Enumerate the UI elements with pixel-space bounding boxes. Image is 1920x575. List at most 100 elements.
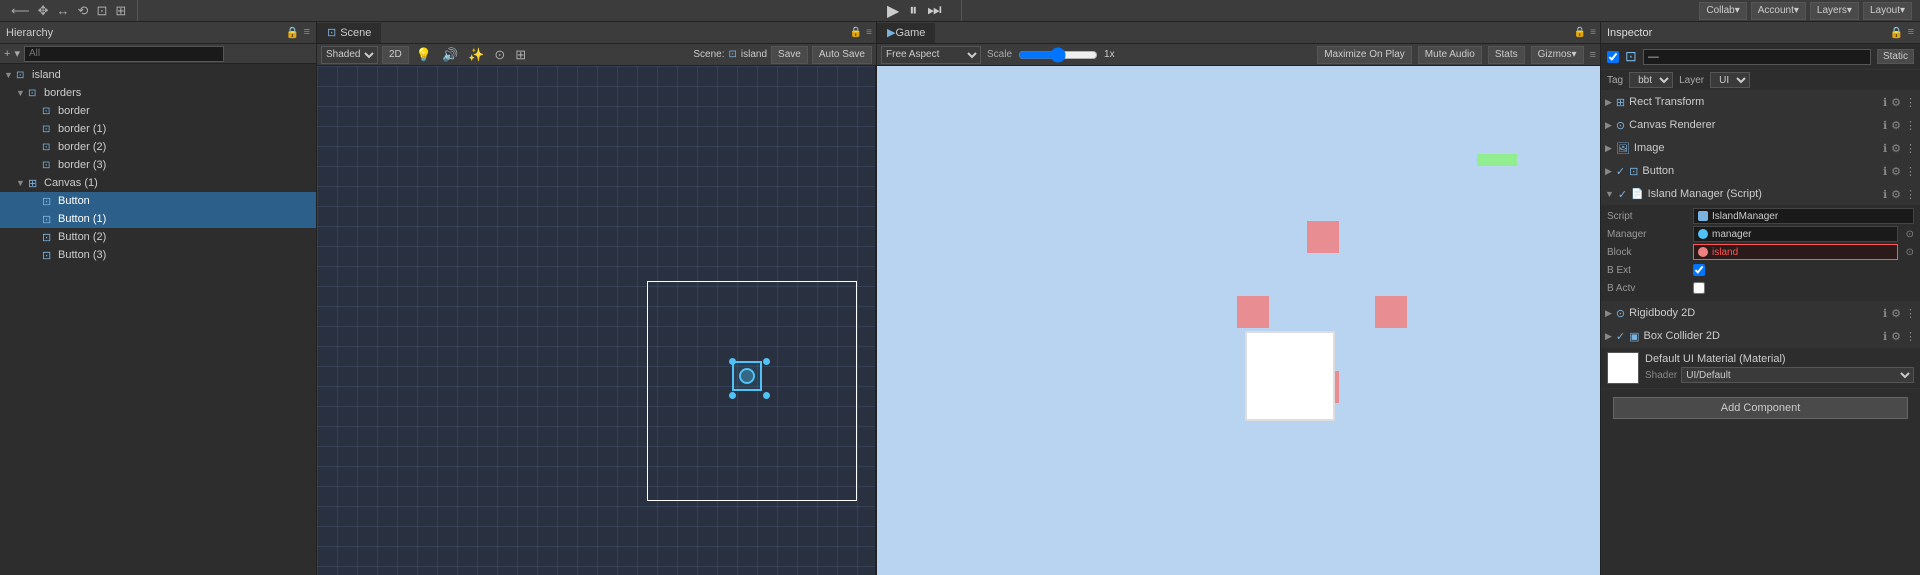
component-info-icon[interactable]: ℹ bbox=[1883, 188, 1887, 201]
hierarchy-item-border2[interactable]: ⊡ border (2) bbox=[0, 138, 316, 156]
island-manager-check[interactable]: ✓ bbox=[1618, 188, 1627, 201]
rigidbody2d-header[interactable]: ▶ ⊙ Rigidbody 2D ℹ ⚙ ⋮ bbox=[1601, 302, 1920, 324]
image-header[interactable]: ▶ 🖼 Image ℹ ⚙ ⋮ bbox=[1601, 137, 1920, 159]
layout-btn[interactable]: Layout▾ bbox=[1863, 2, 1912, 20]
bactv-label: B Actv bbox=[1607, 283, 1687, 294]
pause-button[interactable]: ⏸ bbox=[906, 2, 920, 20]
hierarchy-search-input[interactable] bbox=[24, 46, 224, 62]
box-collider2d-header[interactable]: ▶ ✓ ▣ Box Collider 2D ℹ ⚙ ⋮ bbox=[1601, 325, 1920, 347]
button-check[interactable]: ✓ bbox=[1616, 165, 1625, 178]
tool-btn-5[interactable]: ⊡ bbox=[93, 3, 110, 19]
hierarchy-item-button3[interactable]: ⊡ Button (3) bbox=[0, 246, 316, 264]
component-menu-icon[interactable]: ⋮ bbox=[1905, 119, 1916, 132]
tool-btn-4[interactable]: ⟲ bbox=[75, 3, 92, 19]
component-canvas-renderer: ▶ ⊙ Canvas Renderer ℹ ⚙ ⋮ bbox=[1601, 114, 1920, 137]
hierarchy-item-button[interactable]: ⊡ Button bbox=[0, 192, 316, 210]
dropdown-icon[interactable]: ▾ bbox=[14, 47, 20, 60]
stats-btn[interactable]: Stats bbox=[1488, 46, 1525, 64]
scene-tab-btn[interactable]: ⊡ Scene bbox=[317, 23, 381, 43]
component-settings-icon[interactable]: ⚙ bbox=[1891, 119, 1901, 132]
shader-label: Shader bbox=[1645, 370, 1677, 381]
component-menu-icon[interactable]: ⋮ bbox=[1905, 330, 1916, 343]
maximize-btn[interactable]: Maximize On Play bbox=[1317, 46, 1412, 64]
audio-btn[interactable]: 🔊 bbox=[439, 47, 461, 63]
collab-btn[interactable]: Collab▾ bbox=[1699, 2, 1746, 20]
tool-btn-3[interactable]: ↔ bbox=[54, 3, 73, 18]
shader-dropdown[interactable]: UI/Default bbox=[1681, 367, 1914, 383]
component-info-icon[interactable]: ℹ bbox=[1883, 165, 1887, 178]
component-menu-icon[interactable]: ⋮ bbox=[1905, 165, 1916, 178]
shading-dropdown[interactable]: Shaded bbox=[321, 46, 378, 64]
aspect-dropdown[interactable]: Free Aspect bbox=[881, 46, 981, 64]
layers-btn[interactable]: Layers▾ bbox=[1810, 2, 1859, 20]
play-button[interactable]: ▶ bbox=[884, 1, 902, 21]
canvas-renderer-header[interactable]: ▶ ⊙ Canvas Renderer ℹ ⚙ ⋮ bbox=[1601, 114, 1920, 136]
manager-value-obj[interactable]: manager bbox=[1693, 226, 1898, 242]
hierarchy-item-border[interactable]: ⊡ border bbox=[0, 102, 316, 120]
component-box-collider2d: ▶ ✓ ▣ Box Collider 2D ℹ ⚙ ⋮ bbox=[1601, 325, 1920, 348]
island-manager-header[interactable]: ▼ ✓ 📄 Island Manager (Script) ℹ ⚙ ⋮ bbox=[1601, 183, 1920, 205]
component-info-icon[interactable]: ℹ bbox=[1883, 330, 1887, 343]
hierarchy-search-bar: + ▾ bbox=[0, 44, 316, 64]
component-menu-icon[interactable]: ⋮ bbox=[1905, 188, 1916, 201]
step-button[interactable]: ⏭ bbox=[924, 2, 944, 20]
tag-label: Tag bbox=[1607, 75, 1623, 86]
2d-btn[interactable]: 2D bbox=[382, 46, 409, 64]
account-btn[interactable]: Account▾ bbox=[1751, 2, 1806, 20]
component-settings-icon[interactable]: ⚙ bbox=[1891, 142, 1901, 155]
object-name-field[interactable] bbox=[1643, 49, 1871, 65]
script-value-obj[interactable]: IslandManager bbox=[1693, 208, 1914, 224]
mute-btn[interactable]: Mute Audio bbox=[1418, 46, 1482, 64]
add-component-button[interactable]: Add Component bbox=[1613, 397, 1908, 419]
material-info: Default UI Material (Material) Shader UI… bbox=[1645, 353, 1914, 383]
hierarchy-header: Hierarchy 🔒 ≡ bbox=[0, 22, 316, 44]
hierarchy-item-island[interactable]: ▼ ⊡ island bbox=[0, 66, 316, 84]
component-info-icon[interactable]: ℹ bbox=[1883, 96, 1887, 109]
hierarchy-item-button1[interactable]: ⊡ Button (1) bbox=[0, 210, 316, 228]
hidden-btn[interactable]: ⊙ bbox=[491, 47, 508, 63]
hierarchy-item-button2[interactable]: ⊡ Button (2) bbox=[0, 228, 316, 246]
hierarchy-item-border1[interactable]: ⊡ border (1) bbox=[0, 120, 316, 138]
component-menu-icon[interactable]: ⋮ bbox=[1905, 96, 1916, 109]
layer-dropdown[interactable]: UI bbox=[1710, 72, 1750, 88]
effects-btn[interactable]: ✨ bbox=[465, 47, 487, 63]
save-btn[interactable]: Save bbox=[771, 46, 808, 64]
component-settings-icon[interactable]: ⚙ bbox=[1891, 96, 1901, 109]
component-menu-icon[interactable]: ⋮ bbox=[1905, 307, 1916, 320]
component-settings-icon[interactable]: ⚙ bbox=[1891, 165, 1901, 178]
manager-link-icon[interactable]: ⊙ bbox=[1906, 229, 1914, 240]
block-value-obj[interactable]: island bbox=[1693, 244, 1898, 260]
component-settings-icon[interactable]: ⚙ bbox=[1891, 188, 1901, 201]
tool-btn-6[interactable]: ⊞ bbox=[112, 3, 129, 19]
game-island-white bbox=[1245, 331, 1335, 421]
scale-slider[interactable] bbox=[1018, 48, 1098, 62]
hierarchy-item-canvas1[interactable]: ▼ ⊞ Canvas (1) bbox=[0, 174, 316, 192]
gizmos-btn[interactable]: Gizmos ▾ bbox=[1531, 46, 1584, 64]
box-collider2d-check[interactable]: ✓ bbox=[1616, 330, 1625, 343]
hierarchy-label-borders: borders bbox=[44, 87, 81, 99]
object-active-checkbox[interactable] bbox=[1607, 51, 1619, 63]
component-info-icon[interactable]: ℹ bbox=[1883, 142, 1887, 155]
component-info-icon[interactable]: ℹ bbox=[1883, 307, 1887, 320]
bactv-checkbox[interactable] bbox=[1693, 282, 1705, 294]
grid-btn[interactable]: ⊞ bbox=[512, 47, 529, 63]
tool-btn-2[interactable]: ✥ bbox=[35, 3, 52, 19]
component-settings-icon[interactable]: ⚙ bbox=[1891, 307, 1901, 320]
plus-icon[interactable]: + bbox=[4, 48, 10, 60]
autosave-btn[interactable]: Auto Save bbox=[812, 46, 872, 64]
button-component-header[interactable]: ▶ ✓ ⊡ Button ℹ ⚙ ⋮ bbox=[1601, 160, 1920, 182]
rect-transform-header[interactable]: ▶ ⊞ Rect Transform ℹ ⚙ ⋮ bbox=[1601, 91, 1920, 113]
hierarchy-item-borders[interactable]: ▼ ⊡ borders bbox=[0, 84, 316, 102]
component-info-icon[interactable]: ℹ bbox=[1883, 119, 1887, 132]
component-settings-icon[interactable]: ⚙ bbox=[1891, 330, 1901, 343]
tool-btn-1[interactable]: ⟵ bbox=[8, 3, 33, 19]
bext-checkbox[interactable] bbox=[1693, 264, 1705, 276]
block-link-icon[interactable]: ⊙ bbox=[1906, 247, 1914, 258]
hierarchy-item-border3[interactable]: ⊡ border (3) bbox=[0, 156, 316, 174]
prop-bext: B Ext bbox=[1607, 261, 1914, 279]
component-menu-icon[interactable]: ⋮ bbox=[1905, 142, 1916, 155]
game-tab-btn[interactable]: ▶ Game bbox=[877, 23, 935, 43]
lights-btn[interactable]: 💡 bbox=[413, 47, 435, 63]
tag-dropdown[interactable]: bbt bbox=[1629, 72, 1673, 88]
static-btn[interactable]: Static bbox=[1877, 49, 1914, 64]
